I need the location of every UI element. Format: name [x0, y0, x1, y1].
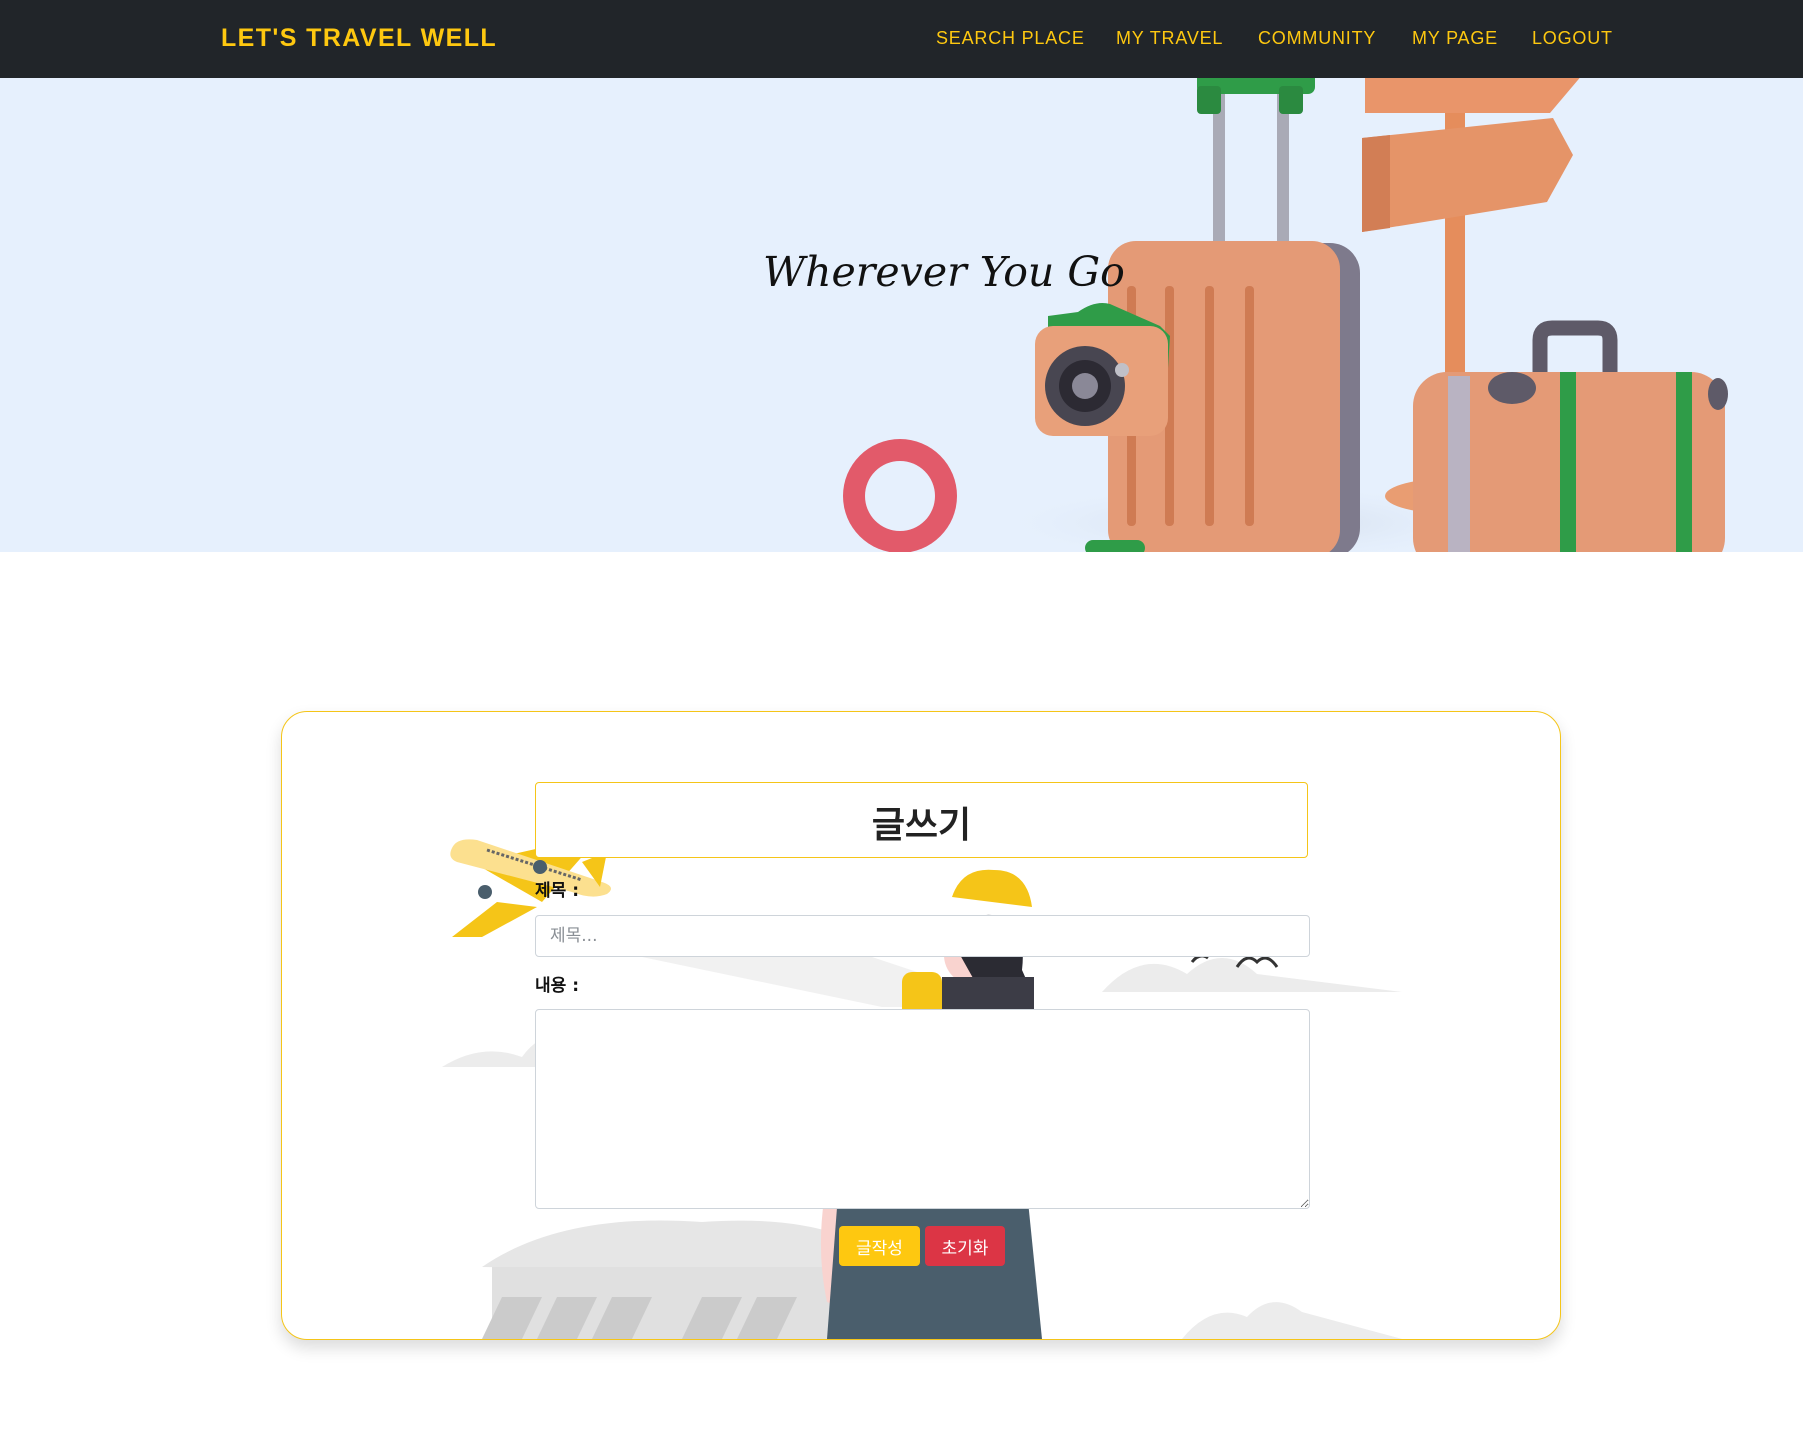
page-title: 글쓰기: [871, 805, 972, 846]
map-pin-icon: [843, 439, 957, 552]
title-input[interactable]: [535, 915, 1310, 957]
travel-illustration: [843, 78, 1728, 552]
hero-title: Wherever You Go: [763, 248, 1125, 296]
hero-banner: Wherever You Go: [0, 78, 1803, 552]
nav-menu: SEARCH PLACE MY TRAVEL COMMUNITY MY PAGE…: [0, 28, 1803, 52]
camera-icon: [1035, 303, 1170, 436]
nav-item-my-travel[interactable]: MY TRAVEL: [1116, 28, 1223, 49]
top-navbar: LET'S TRAVEL WELL SEARCH PLACE MY TRAVEL…: [0, 0, 1803, 78]
submit-post-button[interactable]: 글작성: [839, 1226, 920, 1266]
reset-button[interactable]: 초기화: [925, 1226, 1005, 1266]
content-label: 내용 :: [535, 976, 579, 996]
nav-item-search-place[interactable]: SEARCH PLACE: [936, 28, 1085, 49]
nav-item-my-page[interactable]: MY PAGE: [1412, 28, 1498, 49]
title-label: 제목 :: [535, 881, 579, 901]
nav-item-logout[interactable]: LOGOUT: [1532, 28, 1613, 49]
content-textarea[interactable]: [535, 1009, 1310, 1209]
write-post-card: 글쓰기 제목 : 내용 : 글작성 초기화: [281, 711, 1561, 1340]
page-title-box: 글쓰기: [535, 782, 1308, 858]
nav-item-community[interactable]: COMMUNITY: [1258, 28, 1376, 49]
